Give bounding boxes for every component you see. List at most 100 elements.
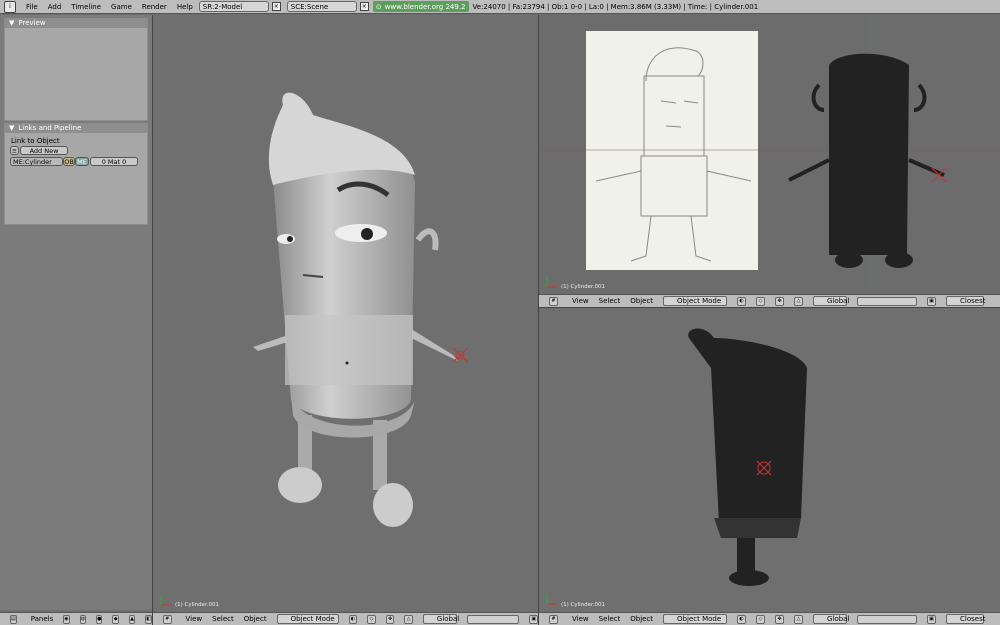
browse-mesh-button[interactable]: ≡ — [10, 146, 19, 155]
script-icon[interactable]: ◍ — [79, 614, 87, 624]
mode-label: Object Mode — [677, 615, 722, 623]
menu-render[interactable]: Render — [142, 3, 167, 11]
mode-selector[interactable]: Object Mode — [663, 614, 728, 624]
close-scene-icon[interactable]: × — [359, 2, 369, 11]
mesh-name-text: ME:Cylinder — [13, 157, 52, 166]
collapse-triangle-icon: ▼ — [9, 123, 15, 132]
snap-label: Closest — [960, 297, 986, 305]
scene-selector[interactable]: SCE:Scene — [286, 1, 357, 12]
window-divider[interactable] — [152, 15, 153, 625]
header-object-menu[interactable]: Object — [630, 615, 653, 623]
character-solid-render — [160, 92, 469, 606]
viewport-header-top-right: # View Select Object Object Mode ◐ ◇ ✥ △… — [539, 294, 1000, 307]
pivot-icon[interactable]: ◇ — [367, 614, 376, 624]
header-object-menu[interactable]: Object — [630, 297, 653, 305]
logic-icon[interactable]: ◉ — [63, 614, 70, 624]
viewport-object-label: (1) Cylinder.001 — [175, 602, 220, 608]
editing-icon[interactable]: ▲ — [128, 614, 136, 624]
header-view-menu[interactable]: View — [572, 615, 589, 623]
lock-icon[interactable]: ▣ — [927, 296, 937, 306]
manipulator-icon[interactable]: ✥ — [775, 614, 785, 624]
snap-label: Closest — [960, 615, 986, 623]
translate-icon[interactable]: △ — [404, 614, 413, 624]
draw-type-icon[interactable]: ◐ — [348, 614, 358, 624]
mode-label: Object Mode — [677, 297, 722, 305]
layer-buttons[interactable] — [857, 614, 918, 624]
header-select-menu[interactable]: Select — [212, 615, 234, 623]
draw-type-icon[interactable]: ◐ — [737, 296, 747, 306]
menu-add[interactable]: Add — [48, 3, 62, 11]
snap-selector[interactable]: Closest — [946, 614, 986, 624]
viewport-side[interactable]: (1) Cylinder.001 — [539, 308, 1000, 612]
mode-label: Object Mode — [290, 615, 335, 623]
window-type-icon[interactable]: i — [4, 0, 16, 13]
links-panel: Link to Object ≡ Add New ME:Cylinder OB … — [4, 132, 148, 225]
orientation-selector[interactable]: Global — [422, 614, 460, 624]
layer-buttons[interactable] — [857, 296, 918, 306]
mode-selector[interactable]: Object Mode — [663, 296, 728, 306]
lock-icon[interactable]: ▣ — [927, 614, 937, 624]
preview-panel-title: Preview — [18, 18, 46, 27]
orientation-label: Global — [827, 615, 850, 623]
translate-icon[interactable]: △ — [794, 614, 804, 624]
close-screen-icon[interactable]: × — [271, 2, 281, 11]
translate-icon[interactable]: △ — [794, 296, 804, 306]
window-divider[interactable] — [539, 307, 1000, 308]
mode-selector[interactable]: Object Mode — [276, 614, 339, 624]
material-label: 0 Mat 0 — [101, 157, 127, 166]
lock-icon[interactable]: ▣ — [529, 614, 538, 624]
header-view-menu[interactable]: View — [572, 297, 589, 305]
add-new-label: Add New — [29, 146, 59, 155]
snap-selector[interactable]: Closest — [946, 296, 986, 306]
window-divider[interactable] — [538, 15, 539, 625]
header-select-menu[interactable]: Select — [599, 297, 621, 305]
pivot-icon[interactable]: ◇ — [756, 614, 766, 624]
blender-url-text: www.blender.org 249.2 — [384, 2, 466, 11]
material-selector[interactable]: 0 Mat 0 — [90, 157, 138, 166]
me-toggle[interactable]: ME — [75, 157, 89, 166]
screen-selector[interactable]: SR:2-Model — [198, 1, 269, 12]
viewport-solid[interactable]: (1) Cylinder.001 — [153, 15, 538, 612]
menu-help[interactable]: Help — [177, 3, 193, 11]
viewport-front[interactable]: (1) Cylinder.001 — [539, 15, 1000, 294]
object-icon[interactable]: ◆ — [112, 614, 119, 624]
viewport-type-icon[interactable]: # — [549, 296, 558, 306]
header-view-menu[interactable]: View — [186, 615, 203, 623]
scene-icon[interactable]: ◧ — [145, 614, 153, 624]
viewport-type-icon[interactable]: # — [549, 614, 558, 624]
character-wireframe-side — [539, 328, 1000, 605]
shading-icon[interactable]: ● — [96, 614, 103, 624]
orientation-selector[interactable]: Global — [813, 614, 850, 624]
viewport-object-label: (1) Cylinder.001 — [561, 602, 606, 608]
header-object-menu[interactable]: Object — [244, 615, 267, 623]
screen-name: SR:2-Model — [202, 2, 243, 11]
menu-file[interactable]: File — [26, 3, 38, 11]
pivot-icon[interactable]: ◇ — [756, 296, 766, 306]
viewport-type-icon[interactable]: # — [163, 614, 172, 624]
draw-type-icon[interactable]: ◐ — [737, 614, 747, 624]
viewport-header-left: # View Select Object Object Mode ◐ ◇ ✥ △… — [153, 612, 538, 625]
links-panel-header[interactable]: ▼ Links and Pipeline — [4, 123, 148, 132]
panels-menu[interactable]: Panels — [31, 615, 54, 623]
orientation-selector[interactable]: Global — [813, 296, 850, 306]
buttons-window-header: ▤ Panels ◉ ◍ ● ◆ ▲ ◧ — [0, 612, 153, 625]
orientation-label: Global — [436, 615, 460, 623]
menu-game[interactable]: Game — [111, 3, 132, 11]
manipulator-icon[interactable]: ✥ — [775, 296, 785, 306]
manipulator-icon[interactable]: ✥ — [385, 614, 395, 624]
header-select-menu[interactable]: Select — [599, 615, 621, 623]
collapse-triangle-icon: ▼ — [9, 18, 15, 27]
mesh-name-field[interactable]: ME:Cylinder — [10, 157, 63, 166]
blender-logo-icon: ⊙ — [375, 2, 382, 11]
layer-buttons[interactable] — [466, 614, 520, 624]
menu-timeline[interactable]: Timeline — [71, 3, 101, 11]
orientation-label: Global — [827, 297, 850, 305]
ob-toggle[interactable]: OB — [63, 157, 75, 166]
blender-url-link[interactable]: ⊙ www.blender.org 249.2 — [372, 1, 469, 12]
window-type-icon[interactable]: ▤ — [10, 614, 17, 624]
preview-panel-header[interactable]: ▼ Preview — [4, 18, 148, 27]
viewport-header-bottom-right: # View Select Object Object Mode ◐ ◇ ✥ △… — [539, 612, 1000, 625]
me-label: ME — [77, 157, 87, 166]
link-to-object-label: Link to Object — [11, 137, 60, 145]
add-new-button[interactable]: Add New — [20, 146, 68, 155]
